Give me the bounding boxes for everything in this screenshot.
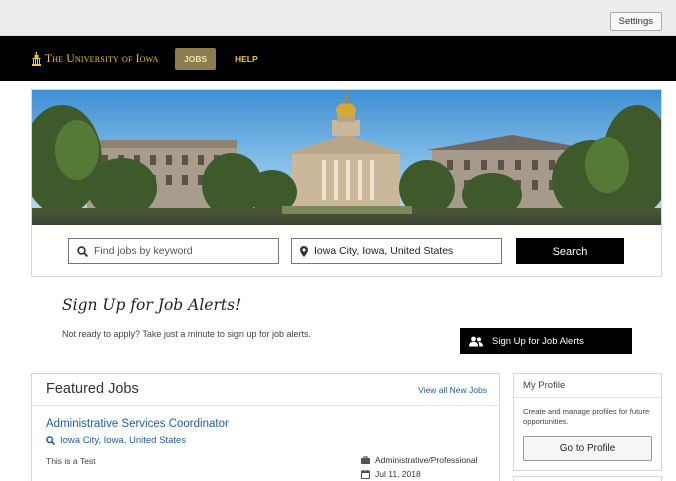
featured-jobs-panel: Featured Jobs View all New Jobs Administ… [31, 373, 500, 481]
location-value: Iowa City, Iowa, United States [314, 245, 454, 257]
main-navbar: The University of Iowa JOBS HELP [0, 36, 676, 81]
search-button[interactable]: Search [516, 238, 624, 264]
university-logo[interactable]: The University of Iowa [32, 49, 159, 69]
job-location-text: Iowa City, Iowa, United States [60, 435, 187, 446]
keyword-search-input[interactable]: Find jobs by keyword [68, 238, 279, 264]
nav-tab-jobs[interactable]: JOBS [175, 48, 217, 70]
briefcase-icon [361, 456, 370, 464]
campus-banner-image [32, 90, 661, 225]
sign-up-job-alerts-button[interactable]: Sign Up for Job Alerts [460, 328, 632, 354]
job-date: Jul 11, 2018 [361, 469, 421, 479]
my-profile-panel: My Profile Create and manage profiles fo… [513, 373, 662, 471]
job-date-text: Jul 11, 2018 [375, 469, 421, 479]
job-category-text: Administrative/Professional [375, 455, 478, 465]
job-location: Iowa City, Iowa, United States [46, 435, 186, 446]
job-alerts-heading: Sign Up for Job Alerts! [62, 296, 242, 314]
go-to-profile-button[interactable]: Go to Profile [523, 436, 652, 461]
settings-button[interactable]: Settings [609, 12, 662, 31]
view-all-new-jobs-link[interactable]: View all New Jobs [418, 385, 487, 395]
job-category: Administrative/Professional [361, 455, 478, 465]
users-icon [469, 336, 483, 347]
job-title-link[interactable]: Administrative Services Coordinator [46, 418, 229, 430]
old-capitol-icon [32, 52, 41, 66]
featured-jobs-title: Featured Jobs [46, 381, 139, 397]
top-bar: Settings [0, 0, 676, 36]
job-alerts-description: Not ready to apply? Take just a minute t… [62, 329, 311, 339]
my-profile-title: My Profile [514, 374, 661, 398]
location-pin-icon [300, 245, 308, 257]
search-hero-card: Find jobs by keyword Iowa City, Iowa, Un… [31, 89, 662, 277]
next-panel-edge [513, 476, 662, 481]
nav-tab-help[interactable]: HELP [226, 48, 267, 70]
sign-up-button-label: Sign Up for Job Alerts [492, 335, 584, 347]
featured-jobs-header: Featured Jobs View all New Jobs [32, 374, 499, 406]
my-profile-description: Create and manage profiles for future op… [523, 407, 650, 426]
logo-text: The University of Iowa [45, 53, 159, 65]
job-description: This is a Test [46, 456, 96, 466]
search-icon [77, 245, 88, 257]
calendar-icon [361, 469, 370, 479]
location-search-input[interactable]: Iowa City, Iowa, United States [291, 238, 502, 264]
keyword-placeholder: Find jobs by keyword [94, 245, 193, 257]
search-icon [46, 436, 55, 445]
